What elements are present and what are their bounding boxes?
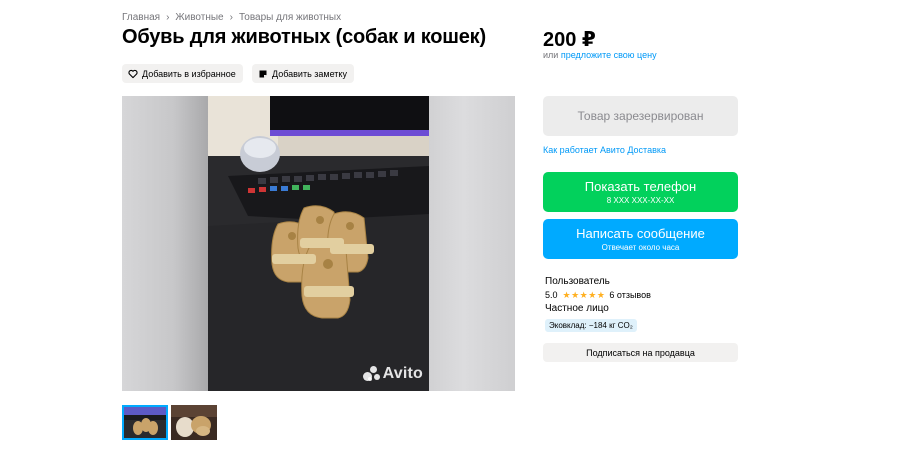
phone-number-mask: 8 XXX XXX-XX-XX xyxy=(606,195,675,205)
seller-rating: 5.0 ★ ★ ★ ★ ★ 6 отзывов xyxy=(545,290,651,300)
subscribe-label: Подписаться на продавца xyxy=(586,347,695,358)
breadcrumb-pet-goods[interactable]: Товары для животных xyxy=(239,12,341,23)
star-icon: ★ xyxy=(562,289,571,300)
breadcrumb-separator: › xyxy=(229,12,233,23)
offer-prefix: или xyxy=(543,50,559,60)
star-icon: ★ xyxy=(571,289,580,300)
main-photo-image xyxy=(208,96,429,391)
breadcrumb-animals[interactable]: Животные xyxy=(175,12,223,23)
thumbnail-2-image xyxy=(171,405,217,440)
price-offer: или предложите свою цену xyxy=(543,50,657,60)
gallery-thumbnail-1[interactable] xyxy=(122,405,168,440)
add-note-button[interactable]: Добавить заметку xyxy=(252,64,354,83)
page-title: Обувь для животных (собак и кошек) xyxy=(122,26,486,48)
eco-badge[interactable]: Эковклад: −184 кг CO₂ xyxy=(545,319,637,332)
delivery-info-link[interactable]: Как работает Авито Доставка xyxy=(543,145,666,155)
photo-gallery[interactable]: Avito xyxy=(122,96,515,391)
breadcrumb: Главная › Животные › Товары для животных xyxy=(122,12,341,23)
send-message-button[interactable]: Написать сообщение Отвечает около часа xyxy=(543,219,738,259)
breadcrumb-separator: › xyxy=(166,12,170,23)
response-time: Отвечает около часа xyxy=(601,242,680,252)
show-phone-label: Показать телефон xyxy=(584,178,697,194)
offer-price-link[interactable]: предложите свою цену xyxy=(561,50,657,60)
breadcrumb-home[interactable]: Главная xyxy=(122,12,160,23)
seller-name[interactable]: Пользователь xyxy=(545,276,610,287)
note-icon xyxy=(258,69,268,79)
rating-value: 5.0 xyxy=(545,290,558,300)
reviews-link[interactable]: 6 отзывов xyxy=(609,290,651,300)
thumbnail-1-image xyxy=(124,407,166,438)
subscribe-seller-button[interactable]: Подписаться на продавца xyxy=(543,343,738,362)
avito-watermark: Avito xyxy=(362,365,423,383)
seller-type: Частное лицо xyxy=(545,303,609,314)
avito-logo-icon xyxy=(362,366,381,382)
add-to-favorites-button[interactable]: Добавить в избранное xyxy=(122,64,243,83)
price: 200 ₽ xyxy=(543,29,596,51)
add-to-favorites-label: Добавить в избранное xyxy=(142,68,236,79)
rating-stars: ★ ★ ★ ★ ★ xyxy=(562,289,606,300)
avito-watermark-text: Avito xyxy=(382,365,423,382)
star-icon: ★ xyxy=(596,289,605,300)
heart-icon xyxy=(128,69,138,79)
gallery-blur-left xyxy=(122,96,208,391)
gallery-blur-right xyxy=(429,96,515,391)
main-photo[interactable]: Avito xyxy=(208,96,429,391)
add-note-label: Добавить заметку xyxy=(272,68,347,79)
star-icon: ★ xyxy=(579,289,588,300)
reserved-label: Товар зарезервирован xyxy=(577,109,704,123)
reserved-button[interactable]: Товар зарезервирован xyxy=(543,96,738,136)
gallery-thumbnail-2[interactable] xyxy=(171,405,217,440)
star-icon: ★ xyxy=(588,289,597,300)
send-message-label: Написать сообщение xyxy=(576,225,705,241)
show-phone-button[interactable]: Показать телефон 8 XXX XXX-XX-XX xyxy=(543,172,738,212)
